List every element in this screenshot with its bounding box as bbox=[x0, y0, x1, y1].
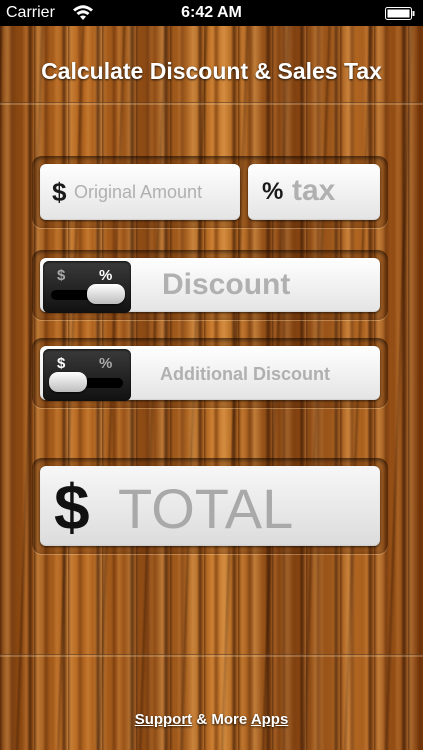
footer: Support & More Apps bbox=[0, 711, 423, 728]
toggle-dollar-label: $ bbox=[57, 267, 66, 284]
discount-placeholder: Discount bbox=[162, 268, 291, 301]
status-bar: Carrier 6:42 AM bbox=[0, 0, 423, 26]
total-display: $ TOTAL bbox=[40, 466, 380, 546]
footer-middle-text: & More bbox=[192, 711, 251, 728]
top-divider bbox=[0, 102, 423, 105]
tax-placeholder: tax bbox=[292, 174, 336, 207]
total-dollar-symbol: $ bbox=[54, 471, 90, 543]
bottom-divider bbox=[0, 654, 423, 657]
app-screen: Carrier 6:42 AM Calculate Discount & Sal… bbox=[0, 0, 423, 750]
toggle-percent-label: % bbox=[99, 267, 113, 284]
discount-unit-toggle[interactable]: $ % bbox=[43, 261, 131, 313]
original-amount-placeholder: Original Amount bbox=[74, 182, 203, 202]
additional-discount-unit-toggle[interactable]: $ % bbox=[43, 349, 131, 401]
apps-link[interactable]: Apps bbox=[251, 711, 289, 728]
toggle-knob[interactable] bbox=[87, 284, 125, 304]
toggle-percent-label: % bbox=[99, 355, 113, 372]
battery-icon bbox=[385, 7, 415, 20]
dollar-symbol: $ bbox=[52, 177, 67, 207]
toggle-knob[interactable] bbox=[49, 372, 87, 392]
support-link[interactable]: Support bbox=[135, 711, 193, 728]
additional-discount-placeholder: Additional Discount bbox=[160, 364, 330, 384]
percent-symbol: % bbox=[262, 178, 284, 205]
original-amount-field[interactable]: $ Original Amount bbox=[40, 164, 240, 220]
clock: 6:42 AM bbox=[181, 4, 242, 21]
tax-field[interactable]: % tax bbox=[248, 164, 380, 220]
toggle-dollar-label: $ bbox=[57, 355, 66, 372]
total-placeholder: TOTAL bbox=[118, 477, 294, 540]
page-title: Calculate Discount & Sales Tax bbox=[41, 58, 382, 84]
